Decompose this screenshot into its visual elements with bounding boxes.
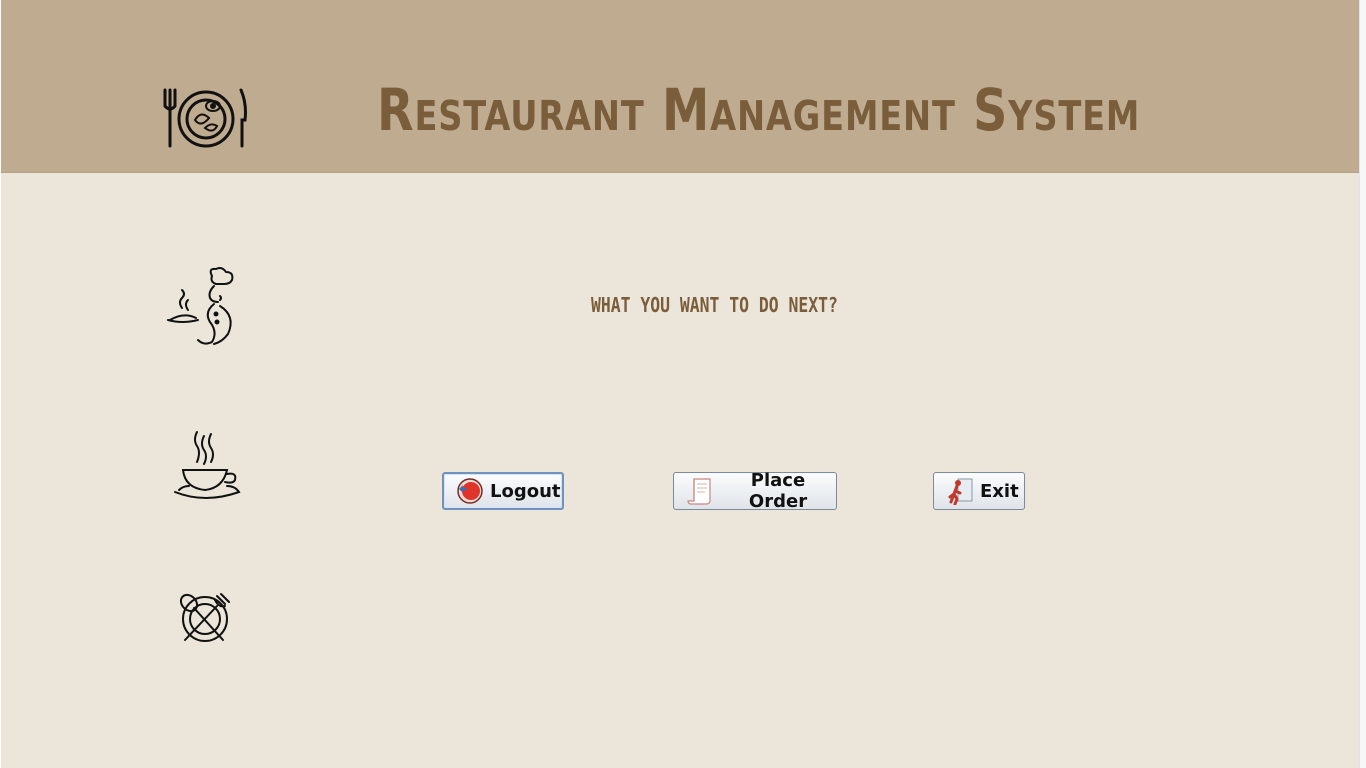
logout-button[interactable]: Logout [442,472,564,510]
window-edge [1359,0,1366,768]
logout-icon [457,478,483,504]
plate-fork-spoon-icon [179,593,230,642]
header-banner: Restaurant Management System [1,0,1359,173]
exit-button[interactable]: Exit [933,472,1025,510]
next-action-prompt: WHAT YOU WANT TO DO NEXT? [591,293,838,317]
exit-running-man-icon [948,478,973,505]
coffee-cup-icon [174,431,241,499]
order-receipt-icon [687,478,711,505]
logout-label: Logout [490,480,561,502]
app-window: Restaurant Management System WHAT YOU WA… [1,0,1359,768]
exit-label: Exit [980,480,1019,502]
place-order-label: Place Order [748,470,808,512]
plate-cutlery-icon [163,88,247,148]
chef-icon [167,267,234,345]
place-order-button[interactable]: Place Order [673,470,837,512]
app-title: Restaurant Management System [377,76,1141,144]
